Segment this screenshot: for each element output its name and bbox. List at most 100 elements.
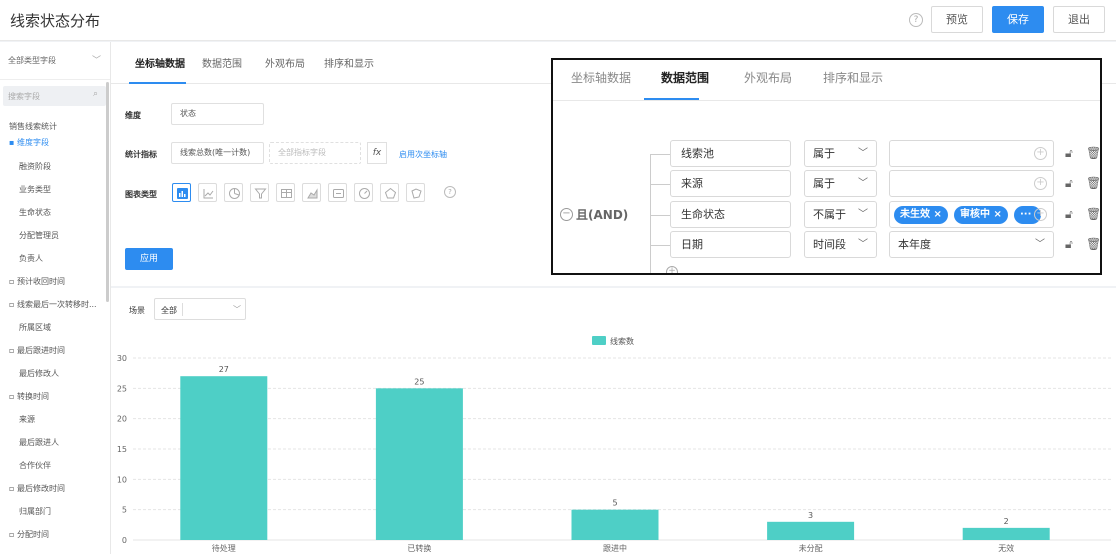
filter-field[interactable]: 生命状态 [670, 201, 791, 228]
field-item[interactable]: 业务类型 [19, 184, 51, 195]
field-group-dimension[interactable]: ▪ 维度字段 [9, 137, 49, 148]
filter-operator-value: 属于 [813, 147, 835, 160]
date-range-select[interactable]: 本年度 ﹀ [889, 231, 1054, 258]
secondary-axis-link[interactable]: 启用次坐标轴 [399, 149, 447, 160]
add-value-icon[interactable]: + [1034, 147, 1047, 160]
add-value-icon[interactable]: + [1034, 208, 1047, 221]
field-item[interactable]: 来源 [19, 414, 35, 425]
value-tag[interactable]: 未生效 × [894, 206, 948, 224]
x-tick-label: 无效 [998, 543, 1014, 553]
bar [180, 376, 268, 540]
filter-operator-select[interactable]: 属于 ﹀ [804, 170, 877, 197]
field-item[interactable]: ▫ 转换时间 [9, 391, 49, 402]
save-button[interactable]: 保存 [992, 6, 1044, 33]
filter-field[interactable]: 日期 [670, 231, 791, 258]
chevron-down-icon: ﹀ [1035, 239, 1045, 250]
field-item[interactable]: ▫ 分配时间 [9, 529, 49, 540]
formula-button[interactable]: fx [367, 142, 387, 164]
field-item-label: 预计收回时间 [16, 277, 65, 286]
field-item[interactable]: ▫ 线索最后一次转移时... [9, 299, 97, 310]
page-title: 线索状态分布 [10, 12, 101, 30]
filter-operator-select[interactable]: 不属于 ﹀ [804, 201, 877, 228]
delete-icon[interactable]: 🗑︎ [1086, 237, 1100, 251]
delete-icon[interactable]: 🗑︎ [1086, 146, 1100, 160]
field-item[interactable]: ▫ 预计收回时间 [9, 276, 65, 287]
filter-value-input[interactable]: + [889, 140, 1054, 167]
field-item[interactable]: ▫ 最后跟进时间 [9, 345, 65, 356]
tree-connector [650, 245, 670, 246]
area-chart-type-icon[interactable] [302, 183, 321, 202]
table-chart-type-icon[interactable] [276, 183, 295, 202]
exit-button[interactable]: 退出 [1053, 6, 1105, 33]
field-type-select[interactable]: 全部类型字段 ﹀ [0, 42, 110, 80]
field-item[interactable]: 最后修改人 [19, 368, 59, 379]
filter-value-input[interactable]: + [889, 170, 1054, 197]
value-tag[interactable]: 审核中 × [954, 206, 1008, 224]
lock-icon[interactable]: 🔓︎ [1065, 176, 1073, 191]
pie-chart-type-icon[interactable] [224, 183, 243, 202]
tab-data-range[interactable]: 数据范围 [202, 55, 242, 70]
filter-operator-select[interactable]: 时间段 ﹀ [804, 231, 877, 258]
preview-button[interactable]: 预览 [931, 6, 983, 33]
field-item[interactable]: 融资阶段 [19, 161, 51, 172]
field-search-input[interactable]: 搜索字段 ⌕ [3, 86, 106, 106]
field-item[interactable]: 分配管理员 [19, 230, 59, 241]
line-chart-type-icon[interactable] [198, 183, 217, 202]
tab-appearance[interactable]: 外观布局 [265, 55, 305, 70]
field-item[interactable]: 生命状态 [19, 207, 51, 218]
metric-field[interactable]: 线索总数(唯一计数) [171, 142, 264, 164]
data-label: 27 [219, 365, 229, 374]
scene-value: 全部 [161, 306, 177, 315]
chevron-down-icon: ﹀ [858, 178, 868, 189]
add-value-icon[interactable]: + [1034, 177, 1047, 190]
chevron-down-icon: ﹀ [858, 209, 868, 220]
logic-operator-label[interactable]: 且(AND) [576, 206, 628, 223]
card-chart-type-icon[interactable] [328, 183, 347, 202]
field-item[interactable]: 负责人 [19, 253, 43, 264]
dimension-field[interactable]: 状态 [171, 103, 264, 125]
y-tick-label: 10 [117, 475, 127, 484]
field-group-sales-leads[interactable]: 销售线索统计 [9, 121, 57, 132]
radar-chart-type-icon[interactable] [380, 183, 399, 202]
chart-type-help-icon[interactable]: ? [444, 186, 456, 198]
filter-tab-sort-display[interactable]: 排序和显示 [823, 69, 883, 86]
tab-axis-data[interactable]: 坐标轴数据 [135, 55, 185, 70]
delete-icon[interactable]: 🗑︎ [1086, 207, 1100, 221]
scene-select[interactable]: 全部 ﹀ [154, 298, 246, 320]
gauge-chart-type-icon[interactable] [354, 183, 373, 202]
sidebar-scrollbar[interactable] [106, 82, 109, 302]
bar-chart-type-icon[interactable] [172, 183, 191, 202]
legend-label: 线索数 [610, 336, 634, 346]
field-item[interactable]: 最后跟进人 [19, 437, 59, 448]
tab-sort-display[interactable]: 排序和显示 [324, 55, 374, 70]
collapse-icon[interactable]: − [560, 208, 573, 221]
delete-icon[interactable]: 🗑︎ [1086, 176, 1100, 190]
filter-operator-select[interactable]: 属于 ﹀ [804, 140, 877, 167]
data-label: 25 [414, 377, 424, 386]
bar [962, 527, 1050, 540]
lock-icon[interactable]: 🔓︎ [1065, 207, 1073, 222]
filter-tab-appearance[interactable]: 外观布局 [744, 69, 792, 86]
y-tick-label: 25 [117, 384, 127, 393]
filter-value-input[interactable]: 未生效 × 审核中 × ··· + [889, 201, 1054, 228]
lock-icon[interactable]: 🔓︎ [1065, 146, 1073, 161]
filter-operator-value: 属于 [813, 177, 835, 190]
metric-drop-zone[interactable]: 全部指标字段 [269, 142, 361, 164]
tree-connector [650, 184, 670, 185]
field-item[interactable]: 合作伙伴 [19, 460, 51, 471]
filter-field[interactable]: 线索池 [670, 140, 791, 167]
filter-tab-data-range[interactable]: 数据范围 [661, 69, 709, 86]
map-chart-type-icon[interactable] [406, 183, 425, 202]
filter-tab-axis-data[interactable]: 坐标轴数据 [571, 69, 631, 86]
add-condition-icon[interactable]: + [666, 266, 678, 273]
lock-icon[interactable]: 🔓︎ [1065, 237, 1073, 252]
apply-button[interactable]: 应用 [125, 248, 173, 270]
help-icon[interactable]: ? [909, 13, 923, 27]
chevron-down-icon: ﹀ [92, 56, 102, 66]
field-item[interactable]: 归属部门 [19, 506, 51, 517]
field-item[interactable]: ▫ 最后修改时间 [9, 483, 65, 494]
field-item[interactable]: 所属区域 [19, 322, 51, 333]
filter-field[interactable]: 来源 [670, 170, 791, 197]
funnel-chart-type-icon[interactable] [250, 183, 269, 202]
y-tick-label: 5 [122, 506, 127, 515]
